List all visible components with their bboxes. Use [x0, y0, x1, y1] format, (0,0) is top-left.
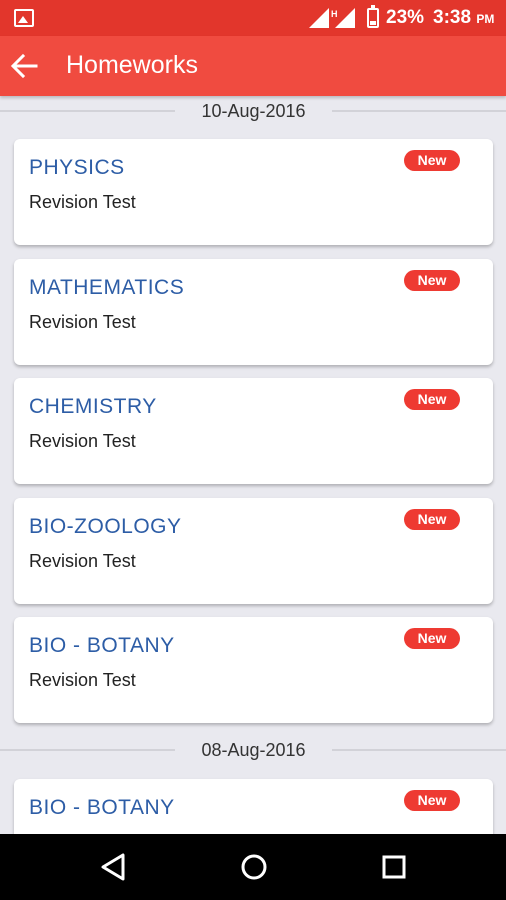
new-badge: New — [404, 628, 460, 649]
system-nav-bar — [0, 834, 506, 900]
arrow-left-icon[interactable] — [10, 53, 38, 79]
homework-card[interactable]: CHEMISTRY Revision Test New — [14, 378, 493, 484]
battery-icon — [367, 5, 379, 28]
battery-percent: 23% — [386, 7, 425, 28]
homework-card[interactable]: MATHEMATICS Revision Test New — [14, 259, 493, 365]
subject-title: MATHEMATICS — [29, 276, 185, 299]
date-label: 10-Aug-2016 — [201, 101, 306, 121]
divider-right — [332, 110, 506, 112]
date-label: 08-Aug-2016 — [201, 740, 306, 760]
new-badge: New — [404, 389, 460, 410]
app-bar: Homeworks — [0, 36, 506, 96]
homework-description: Revision Test — [29, 431, 136, 451]
clock: 3:38 PM — [433, 7, 494, 29]
divider-left — [0, 749, 175, 751]
date-separator: 08-Aug-2016 — [0, 735, 506, 765]
subject-title: PHYSICS — [29, 156, 125, 179]
homework-list[interactable]: 10-Aug-2016 PHYSICS Revision Test New MA… — [0, 96, 506, 834]
h-signal-icon: H — [331, 8, 355, 28]
homework-description: Revision Test — [29, 312, 136, 332]
divider-left — [0, 110, 175, 112]
image-icon — [14, 9, 34, 27]
back-triangle-icon[interactable] — [99, 852, 129, 882]
page-title: Homeworks — [66, 51, 198, 79]
homework-card[interactable]: BIO - BOTANY New — [14, 779, 493, 834]
recents-square-icon[interactable] — [379, 852, 409, 882]
status-bar: H 23% 3:38 PM — [0, 0, 506, 36]
clock-time: 3:38 — [433, 7, 472, 28]
subject-title: BIO - BOTANY — [29, 634, 175, 657]
new-badge: New — [404, 270, 460, 291]
subject-title: BIO-ZOOLOGY — [29, 515, 182, 538]
date-separator: 10-Aug-2016 — [0, 96, 506, 126]
divider-right — [332, 749, 506, 751]
homework-card[interactable]: BIO - BOTANY Revision Test New — [14, 617, 493, 723]
home-circle-icon[interactable] — [239, 852, 269, 882]
homework-card[interactable]: BIO-ZOOLOGY Revision Test New — [14, 498, 493, 604]
homework-description: Revision Test — [29, 192, 136, 212]
clock-suffix: PM — [476, 12, 495, 26]
homework-card[interactable]: PHYSICS Revision Test New — [14, 139, 493, 245]
new-badge: New — [404, 150, 460, 171]
homework-description: Revision Test — [29, 551, 136, 571]
new-badge: New — [404, 509, 460, 530]
subject-title: BIO - BOTANY — [29, 796, 175, 819]
new-badge: New — [404, 790, 460, 811]
subject-title: CHEMISTRY — [29, 395, 157, 418]
svg-text:H: H — [331, 9, 338, 19]
homework-description: Revision Test — [29, 670, 136, 690]
signal-icon — [309, 8, 329, 28]
